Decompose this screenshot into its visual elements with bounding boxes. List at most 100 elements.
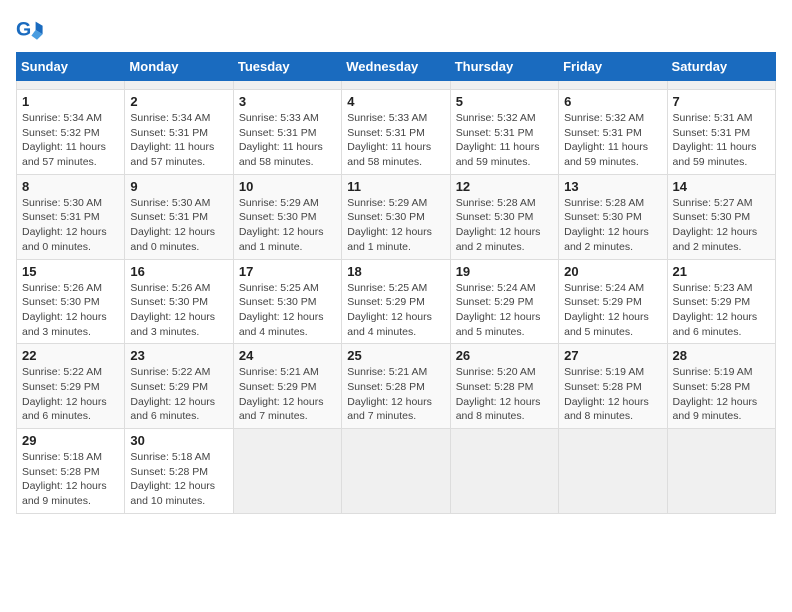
day-number: 8 xyxy=(22,179,119,194)
day-sun-info: Sunrise: 5:19 AMSunset: 5:28 PMDaylight:… xyxy=(564,365,661,424)
calendar-week-row: 29Sunrise: 5:18 AMSunset: 5:28 PMDayligh… xyxy=(17,429,776,514)
day-sun-info: Sunrise: 5:21 AMSunset: 5:29 PMDaylight:… xyxy=(239,365,336,424)
day-of-week-header: Monday xyxy=(125,53,233,81)
calendar-day-cell: 24Sunrise: 5:21 AMSunset: 5:29 PMDayligh… xyxy=(233,344,341,429)
calendar-day-cell: 11Sunrise: 5:29 AMSunset: 5:30 PMDayligh… xyxy=(342,174,450,259)
calendar-day-cell: 9Sunrise: 5:30 AMSunset: 5:31 PMDaylight… xyxy=(125,174,233,259)
calendar-day-cell: 30 Sunrise: 5:18 AMSunset: 5:28 PMDayligh… xyxy=(125,429,233,514)
day-number: 26 xyxy=(456,348,553,363)
day-sun-info: Sunrise: 5:25 AMSunset: 5:30 PMDaylight:… xyxy=(239,281,336,340)
calendar-day-cell: 21 Sunrise: 5:23 AMSunset: 5:29 PMDayligh… xyxy=(667,259,775,344)
calendar-table: SundayMondayTuesdayWednesdayThursdayFrid… xyxy=(16,52,776,514)
calendar-day-cell: 14 Sunrise: 5:27 AMSunset: 5:30 PMDayligh… xyxy=(667,174,775,259)
calendar-week-row xyxy=(17,81,776,90)
day-sun-info: Sunrise: 5:24 AMSunset: 5:29 PMDaylight:… xyxy=(456,281,553,340)
day-sun-info: Sunrise: 5:32 AMSunset: 5:31 PMDaylight:… xyxy=(564,111,661,170)
logo-icon: G xyxy=(16,16,44,44)
calendar-day-cell xyxy=(559,81,667,90)
day-number: 28 xyxy=(673,348,770,363)
calendar-day-cell: 17 Sunrise: 5:25 AMSunset: 5:30 PMDayligh… xyxy=(233,259,341,344)
calendar-day-cell: 5Sunrise: 5:32 AMSunset: 5:31 PMDaylight… xyxy=(450,90,558,175)
day-number: 22 xyxy=(22,348,119,363)
day-number: 6 xyxy=(564,94,661,109)
day-sun-info: Sunrise: 5:19 AMSunset: 5:28 PMDaylight:… xyxy=(673,365,770,424)
calendar-day-cell: 15 Sunrise: 5:26 AMSunset: 5:30 PMDayligh… xyxy=(17,259,125,344)
day-number: 17 xyxy=(239,264,336,279)
day-sun-info: Sunrise: 5:22 AMSunset: 5:29 PMDaylight:… xyxy=(130,365,227,424)
calendar-day-cell: 28 Sunrise: 5:19 AMSunset: 5:28 PMDayligh… xyxy=(667,344,775,429)
calendar-day-cell: 18Sunrise: 5:25 AMSunset: 5:29 PMDayligh… xyxy=(342,259,450,344)
day-sun-info: Sunrise: 5:34 AMSunset: 5:31 PMDaylight:… xyxy=(130,111,227,170)
calendar-day-cell: 16 Sunrise: 5:26 AMSunset: 5:30 PMDayligh… xyxy=(125,259,233,344)
calendar-week-row: 8 Sunrise: 5:30 AMSunset: 5:31 PMDaylight… xyxy=(17,174,776,259)
day-of-week-header: Thursday xyxy=(450,53,558,81)
day-sun-info: Sunrise: 5:32 AMSunset: 5:31 PMDaylight:… xyxy=(456,111,553,170)
day-of-week-header: Wednesday xyxy=(342,53,450,81)
calendar-day-cell xyxy=(450,429,558,514)
day-sun-info: Sunrise: 5:33 AMSunset: 5:31 PMDaylight:… xyxy=(239,111,336,170)
calendar-day-cell: 8 Sunrise: 5:30 AMSunset: 5:31 PMDaylight… xyxy=(17,174,125,259)
day-number: 11 xyxy=(347,179,444,194)
calendar-day-cell xyxy=(125,81,233,90)
day-number: 9 xyxy=(130,179,227,194)
calendar-day-cell: 23 Sunrise: 5:22 AMSunset: 5:29 PMDayligh… xyxy=(125,344,233,429)
day-of-week-header: Sunday xyxy=(17,53,125,81)
day-sun-info: Sunrise: 5:18 AMSunset: 5:28 PMDaylight:… xyxy=(130,450,227,509)
day-number: 12 xyxy=(456,179,553,194)
day-sun-info: Sunrise: 5:28 AMSunset: 5:30 PMDaylight:… xyxy=(456,196,553,255)
day-number: 30 xyxy=(130,433,227,448)
logo: G xyxy=(16,16,48,44)
day-number: 20 xyxy=(564,264,661,279)
day-number: 23 xyxy=(130,348,227,363)
calendar-day-cell: 1Sunrise: 5:34 AMSunset: 5:32 PMDaylight… xyxy=(17,90,125,175)
calendar-day-cell: 29Sunrise: 5:18 AMSunset: 5:28 PMDayligh… xyxy=(17,429,125,514)
header: G xyxy=(16,16,776,44)
calendar-day-cell: 2 Sunrise: 5:34 AMSunset: 5:31 PMDaylight… xyxy=(125,90,233,175)
day-number: 16 xyxy=(130,264,227,279)
calendar-day-cell: 22Sunrise: 5:22 AMSunset: 5:29 PMDayligh… xyxy=(17,344,125,429)
day-number: 2 xyxy=(130,94,227,109)
day-of-week-header: Saturday xyxy=(667,53,775,81)
day-sun-info: Sunrise: 5:30 AMSunset: 5:31 PMDaylight:… xyxy=(22,196,119,255)
calendar-day-cell: 12 Sunrise: 5:28 AMSunset: 5:30 PMDayligh… xyxy=(450,174,558,259)
day-of-week-header: Tuesday xyxy=(233,53,341,81)
day-number: 27 xyxy=(564,348,661,363)
day-sun-info: Sunrise: 5:23 AMSunset: 5:29 PMDaylight:… xyxy=(673,281,770,340)
calendar-day-cell xyxy=(559,429,667,514)
day-sun-info: Sunrise: 5:18 AMSunset: 5:28 PMDaylight:… xyxy=(22,450,119,509)
day-number: 15 xyxy=(22,264,119,279)
calendar-day-cell xyxy=(342,429,450,514)
calendar-day-cell: 3Sunrise: 5:33 AMSunset: 5:31 PMDaylight… xyxy=(233,90,341,175)
day-sun-info: Sunrise: 5:24 AMSunset: 5:29 PMDaylight:… xyxy=(564,281,661,340)
calendar-day-cell: 13 Sunrise: 5:28 AMSunset: 5:30 PMDayligh… xyxy=(559,174,667,259)
calendar-day-cell xyxy=(233,429,341,514)
day-sun-info: Sunrise: 5:26 AMSunset: 5:30 PMDaylight:… xyxy=(22,281,119,340)
day-sun-info: Sunrise: 5:33 AMSunset: 5:31 PMDaylight:… xyxy=(347,111,444,170)
calendar-day-cell xyxy=(17,81,125,90)
calendar-day-cell: 4 Sunrise: 5:33 AMSunset: 5:31 PMDaylight… xyxy=(342,90,450,175)
calendar-week-row: 15 Sunrise: 5:26 AMSunset: 5:30 PMDayligh… xyxy=(17,259,776,344)
calendar-day-cell xyxy=(342,81,450,90)
day-of-week-header: Friday xyxy=(559,53,667,81)
calendar-day-cell: 20 Sunrise: 5:24 AMSunset: 5:29 PMDayligh… xyxy=(559,259,667,344)
calendar-week-row: 1Sunrise: 5:34 AMSunset: 5:32 PMDaylight… xyxy=(17,90,776,175)
day-number: 10 xyxy=(239,179,336,194)
day-sun-info: Sunrise: 5:26 AMSunset: 5:30 PMDaylight:… xyxy=(130,281,227,340)
day-number: 7 xyxy=(673,94,770,109)
day-sun-info: Sunrise: 5:31 AMSunset: 5:31 PMDaylight:… xyxy=(673,111,770,170)
calendar-day-cell: 25Sunrise: 5:21 AMSunset: 5:28 PMDayligh… xyxy=(342,344,450,429)
day-number: 25 xyxy=(347,348,444,363)
day-sun-info: Sunrise: 5:20 AMSunset: 5:28 PMDaylight:… xyxy=(456,365,553,424)
day-sun-info: Sunrise: 5:28 AMSunset: 5:30 PMDaylight:… xyxy=(564,196,661,255)
calendar-day-cell: 26 Sunrise: 5:20 AMSunset: 5:28 PMDayligh… xyxy=(450,344,558,429)
calendar-day-cell: 6 Sunrise: 5:32 AMSunset: 5:31 PMDaylight… xyxy=(559,90,667,175)
day-sun-info: Sunrise: 5:27 AMSunset: 5:30 PMDaylight:… xyxy=(673,196,770,255)
day-number: 4 xyxy=(347,94,444,109)
calendar-day-cell: 19Sunrise: 5:24 AMSunset: 5:29 PMDayligh… xyxy=(450,259,558,344)
day-number: 13 xyxy=(564,179,661,194)
day-sun-info: Sunrise: 5:25 AMSunset: 5:29 PMDaylight:… xyxy=(347,281,444,340)
day-number: 14 xyxy=(673,179,770,194)
calendar-day-cell xyxy=(667,81,775,90)
day-number: 21 xyxy=(673,264,770,279)
calendar-day-cell: 7 Sunrise: 5:31 AMSunset: 5:31 PMDaylight… xyxy=(667,90,775,175)
